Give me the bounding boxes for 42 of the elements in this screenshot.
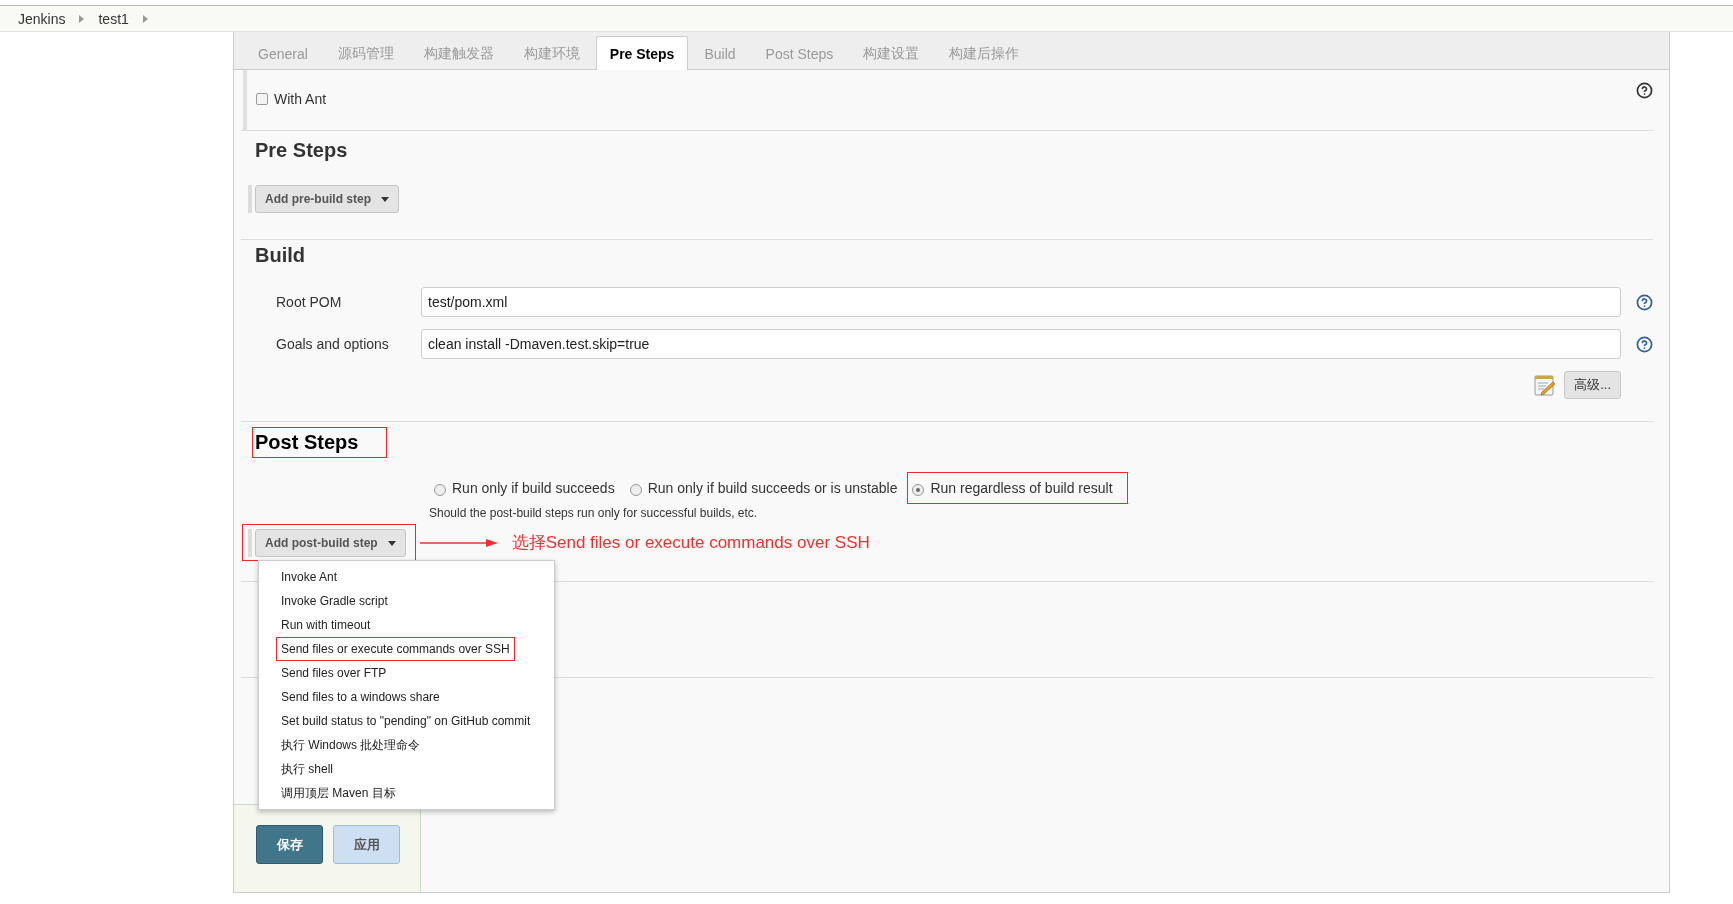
help-text: Should the post-build steps run only for successful builds, etc. (429, 506, 759, 520)
breadcrumb-link[interactable]: Jenkins (18, 10, 66, 27)
menu-item[interactable]: 执行 shell (276, 757, 338, 781)
radio-option[interactable]: Run regardless of build result (907, 472, 1128, 504)
arrow-icon (419, 538, 498, 547)
add-step-button[interactable]: Add post-build step (255, 529, 406, 557)
checkbox-label: With Ant (274, 91, 327, 107)
text-field[interactable]: test/pom.xml (421, 287, 1621, 317)
text-field[interactable]: clean install -Dmaven.test.skip=true (421, 329, 1621, 359)
checkbox[interactable] (256, 93, 268, 105)
help-icon[interactable] (1636, 82, 1653, 99)
caret-icon (387, 540, 396, 546)
menu-item[interactable]: Run with timeout (276, 613, 376, 637)
chevron-icon (142, 14, 148, 23)
radio-button[interactable] (434, 484, 446, 496)
section-heading: Build (254, 243, 306, 268)
menu-item[interactable]: Send files over FTP (276, 661, 392, 685)
help-icon[interactable] (1636, 293, 1653, 311)
menu-item[interactable]: Set build status to "pending" on GitHub commit (276, 709, 536, 733)
footer-button[interactable]: 保存 (256, 825, 323, 864)
menu-item[interactable]: Send files to a windows share (276, 685, 445, 709)
annotation-text: 选择Send files or execute commands over SSH (511, 532, 870, 554)
field-label: Goals and options (275, 336, 390, 352)
add-step-button[interactable]: Add pre-build step (255, 185, 399, 213)
menu-item[interactable]: 调用顶层 Maven 目标 (276, 781, 401, 805)
help-icon[interactable] (1636, 335, 1653, 353)
tab[interactable]: Pre Steps (595, 36, 689, 70)
menu-item[interactable]: 执行 Windows 批处理命令 (276, 733, 426, 757)
section-heading: Pre Steps (254, 138, 349, 163)
caret-icon (381, 196, 389, 202)
breadcrumb-link[interactable]: test1 (98, 10, 129, 27)
menu-item[interactable]: Send files or execute commands over SSH (276, 637, 515, 661)
radio-button[interactable] (912, 484, 925, 496)
chevron-icon (79, 14, 85, 23)
notepad-icon[interactable] (1534, 374, 1557, 396)
section-heading: Post Steps (252, 427, 388, 458)
footer-button[interactable]: 应用 (333, 825, 400, 864)
radio-button[interactable] (629, 484, 642, 496)
menu-item[interactable]: Invoke Ant (276, 565, 343, 589)
advanced-button[interactable]: 高级... (1564, 371, 1621, 399)
field-label: Root POM (275, 294, 343, 310)
menu-item[interactable]: Invoke Gradle script (276, 589, 393, 613)
